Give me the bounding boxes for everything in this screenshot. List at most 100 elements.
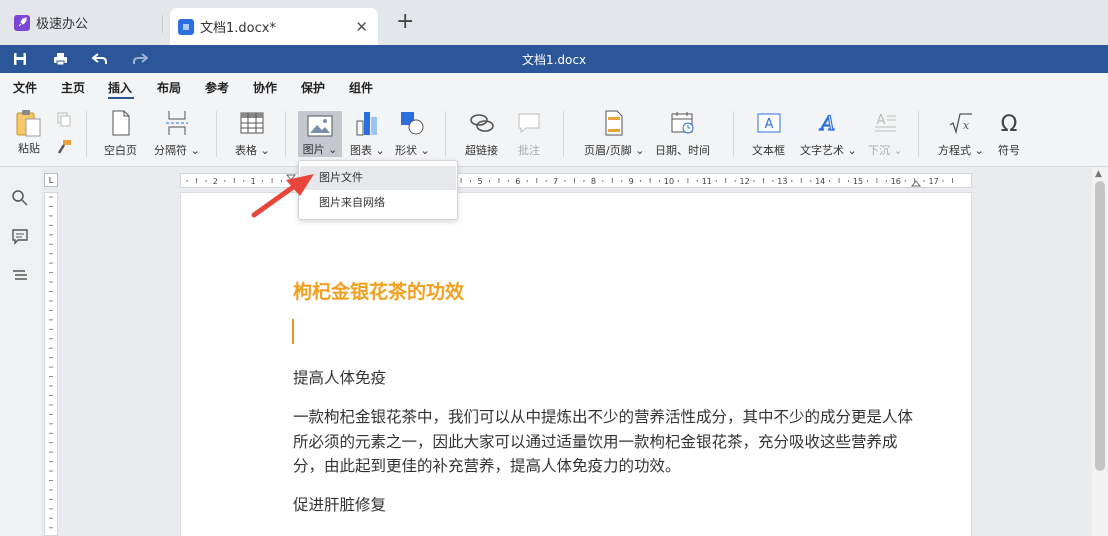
vertical-scrollbar[interactable]: ▲ [1092,167,1108,536]
blank-page-icon [112,110,129,136]
ribbon-divider [733,111,734,157]
hyperlink-button[interactable]: 超链接 [465,109,498,158]
menu-item-picture-from-file[interactable]: 图片文件 [300,166,456,190]
equation-icon: x [949,113,972,135]
menu-components[interactable]: 组件 [349,79,373,96]
wordart-button[interactable]: A 文字艺术 ⌄ [800,109,857,158]
ruler-number: 5 [477,177,482,186]
scroll-up-icon[interactable]: ▲ [1095,169,1102,179]
search-icon[interactable] [11,189,31,209]
svg-text:A: A [764,117,773,132]
ruler-number: 8 [591,177,596,186]
comment-icon [518,113,540,134]
comment-button[interactable]: 批注 [517,109,541,158]
rocket-icon [14,14,30,31]
ruler-number: 12 [740,177,750,186]
wordart-label: 文字艺术 [800,144,844,157]
close-tab-icon[interactable]: ✕ [355,18,368,36]
ruler-number: 10 [664,177,674,186]
paragraph[interactable]: 促进肝脏修复 [293,493,913,518]
chevron-down-icon: ⌄ [375,144,385,157]
menu-file[interactable]: 文件 [13,79,37,96]
tab-stop-selector[interactable]: L [44,173,58,187]
menu-references[interactable]: 参考 [205,79,229,96]
vertical-ruler-ticks [49,196,53,529]
picture-button[interactable]: 图片 ⌄ [298,111,342,157]
omega-icon: Ω [1001,112,1018,135]
right-indent-marker [910,180,922,187]
ruler-number: 13 [777,177,787,186]
table-label: 表格 [235,144,257,157]
picture-dropdown-menu: 图片文件 图片来自网络 [298,160,458,220]
menu-layout[interactable]: 布局 [157,79,181,96]
left-sidebar [0,167,42,536]
chart-label: 图表 [350,144,372,157]
ribbon-toolbar: 粘贴 空白页 分隔符 ⌄ 表格 ⌄ 图片 ⌄ 图表 ⌄ 形状 ⌄ 超链接 批注 [0,101,1108,167]
menu-protect[interactable]: 保护 [301,79,325,96]
dropcap-icon: A [875,113,897,132]
copy-button[interactable] [56,111,72,127]
menu-insert[interactable]: 插入 [108,79,132,96]
textbox-label: 文本框 [752,144,785,157]
ruler-number: 11 [702,177,712,186]
blank-page-label: 空白页 [104,144,137,157]
chevron-down-icon: ⌄ [420,144,430,157]
menu-item-picture-from-web[interactable]: 图片来自网络 [300,191,456,215]
textbox-button[interactable]: A 文本框 [752,109,785,158]
menu-collaborate[interactable]: 协作 [253,79,277,96]
shape-button[interactable]: 形状 ⌄ [395,109,430,158]
ruler-number: 16 [891,177,901,186]
svg-text:A: A [819,111,835,135]
symbol-button[interactable]: Ω 符号 [997,109,1021,158]
textbox-icon: A [757,113,780,133]
tab-divider [162,15,163,33]
format-painter-icon [57,140,71,154]
header-footer-icon [605,110,623,136]
ruler-number: 9 [629,177,634,186]
format-painter-button[interactable] [56,139,72,155]
separator-label: 分隔符 [154,144,187,157]
copy-icon [57,112,71,127]
ruler-number: 15 [853,177,863,186]
header-footer-button[interactable]: 页眉/页脚 ⌄ [584,109,644,158]
paragraph[interactable]: 提高人体免疫 [293,366,913,391]
equation-button[interactable]: x 方程式 ⌄ [938,109,984,158]
ruler-number: 17 [929,177,939,186]
shape-label: 形状 [395,144,417,157]
separator-button[interactable]: 分隔符 ⌄ [154,109,200,158]
document-heading[interactable]: 枸杞金银花茶的功效 [293,277,464,304]
tab-app-home[interactable]: 极速办公 [6,7,156,38]
outline-icon[interactable] [11,267,31,287]
paragraph[interactable]: 一款枸杞金银花茶中，我们可以从中提炼出不少的营养活性成分，其中不少的成分更是人体… [293,405,913,479]
active-menu-indicator [108,97,134,99]
calendar-icon [671,112,693,134]
wordart-icon: A [819,111,837,135]
chevron-down-icon: ⌄ [893,144,903,157]
scrollbar-thumb[interactable] [1095,181,1105,471]
datetime-button[interactable]: 日期、时间 [655,109,710,158]
document-icon [178,18,194,35]
blank-page-button[interactable]: 空白页 [104,109,137,158]
tab-document[interactable]: 文档1.docx* ✕ [170,8,378,45]
dropcap-button[interactable]: A 下沉 ⌄ [868,109,903,158]
paste-label: 粘贴 [18,142,40,155]
table-button[interactable]: 表格 ⌄ [235,109,270,158]
tab-bar: 极速办公 文档1.docx* ✕ + [0,0,1108,45]
paste-button[interactable]: 粘贴 [14,109,44,156]
new-tab-button[interactable]: + [396,11,414,33]
comments-icon[interactable] [11,228,31,248]
svg-text:Ω: Ω [1001,112,1018,135]
equation-label: 方程式 [938,144,971,157]
vertical-ruler[interactable] [44,192,58,536]
menu-home[interactable]: 主页 [61,79,85,96]
chart-button[interactable]: 图表 ⌄ [350,109,385,158]
header-footer-label: 页眉/页脚 [584,144,632,157]
shape-icon [401,112,424,135]
datetime-label: 日期、时间 [655,144,710,157]
annotation-arrow-icon [251,174,314,218]
tab-document-label: 文档1.docx* [200,21,276,36]
title-bar: 文档1.docx [0,45,1108,73]
document-page[interactable]: 枸杞金银花茶的功效 提高人体免疫 一款枸杞金银花茶中，我们可以从中提炼出不少的营… [180,192,972,536]
link-icon [469,114,494,132]
ruler-number: 2 [213,177,218,186]
